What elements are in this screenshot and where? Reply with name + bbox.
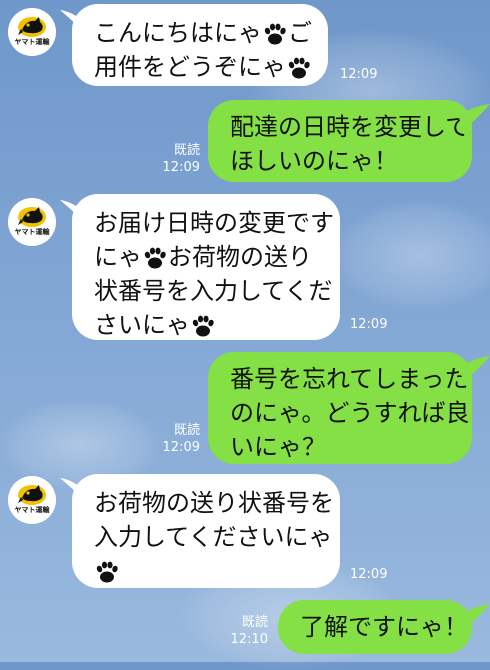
- message-text: ご: [288, 19, 312, 47]
- yamato-cat-logo-icon: [8, 476, 56, 524]
- message-line: 用件をどうぞにゃ: [94, 50, 328, 84]
- read-receipt: 既読: [173, 423, 200, 438]
- message-bubble-outgoing[interactable]: 了解ですにゃ！: [278, 600, 472, 654]
- message-text: にゃ: [94, 243, 142, 271]
- bubble-tail: [458, 104, 490, 130]
- message-line: こんにちはにゃご: [94, 16, 328, 50]
- message-text: お荷物の送り: [168, 243, 312, 271]
- message-text: 配達の日時を変更して: [230, 113, 470, 141]
- message-text: ほしいのにゃ！: [230, 147, 398, 175]
- timestamp: 12:09: [162, 160, 200, 175]
- message-text: 了解ですにゃ！: [300, 613, 468, 641]
- message-text: 入力してくださいにゃ: [94, 523, 333, 551]
- message-text: 用件をどうぞにゃ: [94, 53, 286, 81]
- message-text: こんにちはにゃ: [94, 19, 262, 47]
- paw-print-icon: [191, 315, 215, 337]
- read-receipt: 既読: [173, 143, 200, 158]
- timestamp: 12:09: [350, 567, 388, 582]
- message-bubble-outgoing[interactable]: 配達の日時を変更して ほしいのにゃ！: [208, 100, 472, 182]
- bubble-tail: [458, 604, 490, 630]
- message-bubble-incoming[interactable]: こんにちはにゃご 用件をどうぞにゃ: [72, 4, 328, 86]
- contact-avatar[interactable]: ヤマト運輸: [8, 8, 56, 56]
- yamato-cat-logo-icon: [8, 8, 56, 56]
- timestamp: 12:10: [230, 632, 268, 647]
- avatar-label: ヤマト運輸: [14, 38, 50, 46]
- message-text: いにゃ？: [230, 433, 326, 461]
- message-text: 状番号を入力してくだ: [94, 277, 333, 305]
- avatar-label: ヤマト運輸: [14, 506, 50, 514]
- paw-print-icon: [95, 561, 119, 583]
- message-line: さいにゃ: [94, 308, 340, 342]
- contact-avatar[interactable]: ヤマト運輸: [8, 476, 56, 524]
- message-line: にゃ お荷物の送り: [94, 240, 340, 274]
- contact-avatar[interactable]: ヤマト運輸: [8, 198, 56, 246]
- message-line: [94, 554, 340, 588]
- read-receipt: 既読: [241, 615, 268, 630]
- yamato-cat-logo-icon: [8, 198, 56, 246]
- message-bubble-incoming[interactable]: お荷物の送り状番号を 入力してくださいにゃ: [72, 474, 340, 588]
- background-cloud: [330, 200, 490, 310]
- paw-print-icon: [143, 247, 167, 269]
- message-text: さいにゃ: [94, 311, 190, 339]
- message-bubble-outgoing[interactable]: 番号を忘れてしまった のにゃ。どうすれば良 いにゃ？: [208, 352, 472, 464]
- timestamp: 12:09: [162, 440, 200, 455]
- bubble-tail: [458, 356, 490, 382]
- message-text: お荷物の送り状番号を: [94, 489, 334, 517]
- message-text: お届け日時の変更です: [94, 209, 334, 237]
- message-bubble-incoming[interactable]: お届け日時の変更です にゃ お荷物の送り 状番号を入力してくだ さいにゃ: [72, 194, 340, 340]
- timestamp: 12:09: [350, 317, 388, 332]
- timestamp: 12:09: [340, 67, 378, 82]
- paw-print-icon: [263, 23, 287, 45]
- paw-print-icon: [287, 57, 311, 79]
- message-text: のにゃ。どうすれば良: [230, 399, 470, 427]
- avatar-label: ヤマト運輸: [14, 228, 50, 236]
- message-text: 番号を忘れてしまった: [230, 365, 469, 393]
